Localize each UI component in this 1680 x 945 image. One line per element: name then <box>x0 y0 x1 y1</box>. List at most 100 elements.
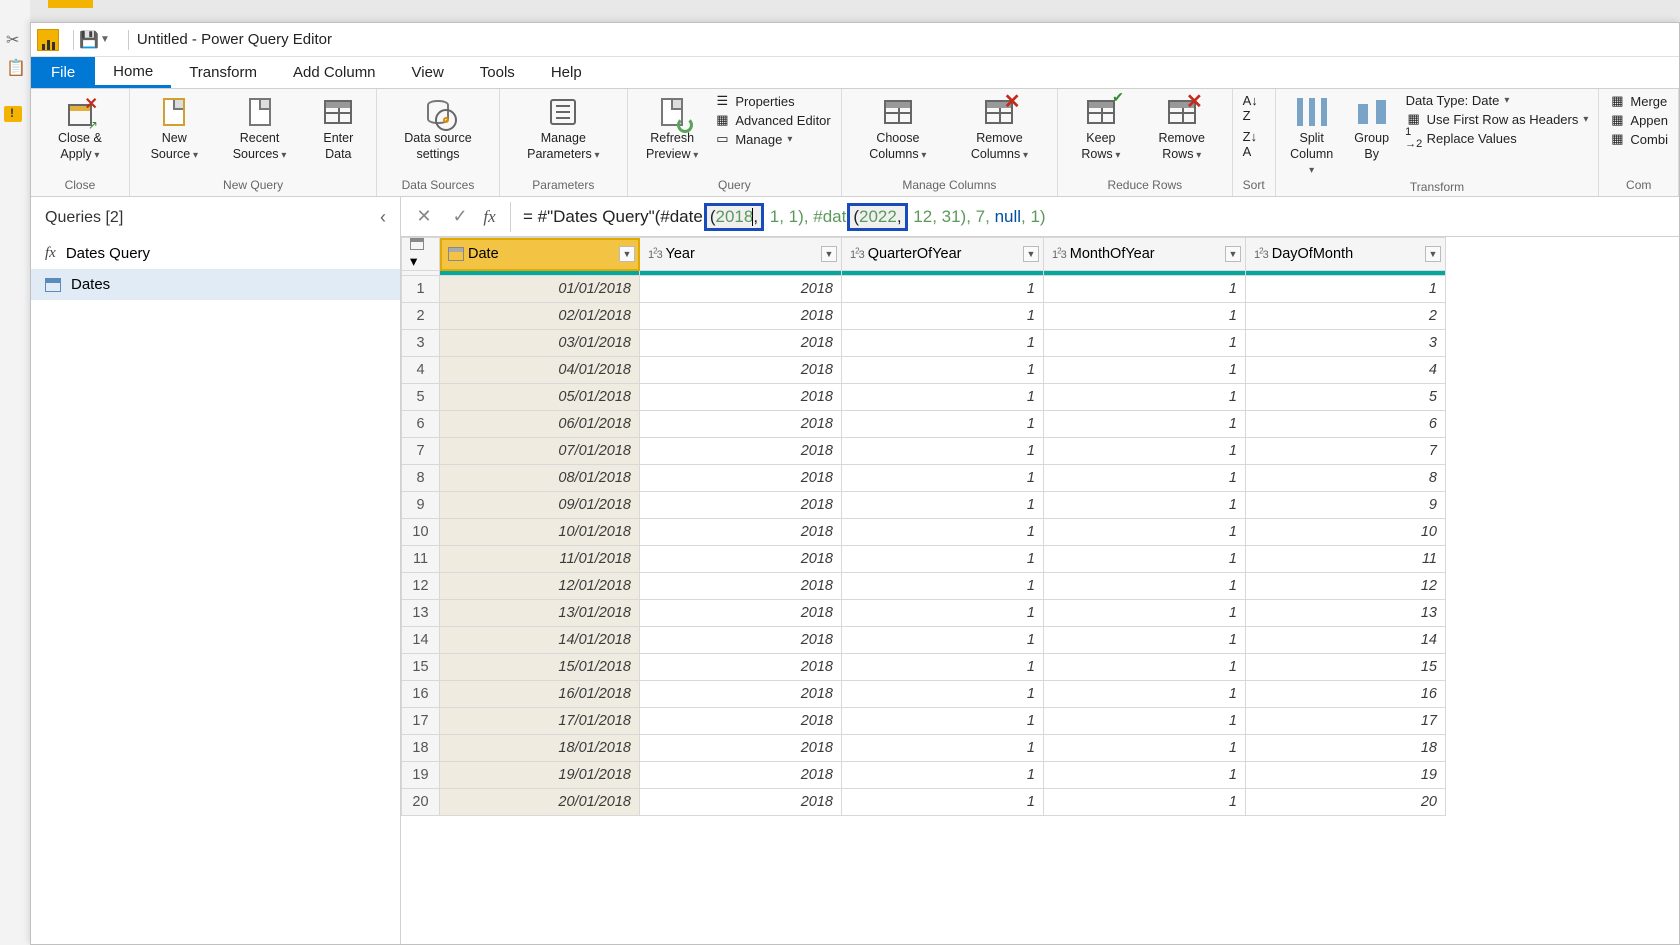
cell-quarter[interactable]: 1 <box>842 708 1044 735</box>
row-header[interactable]: 19 <box>402 762 440 789</box>
row-header[interactable]: 2 <box>402 303 440 330</box>
column-header-date[interactable]: Date▼ <box>440 238 640 271</box>
column-header-quarter[interactable]: 123 QuarterOfYear▼ <box>842 238 1044 271</box>
cell-quarter[interactable]: 1 <box>842 384 1044 411</box>
row-header[interactable]: 13 <box>402 600 440 627</box>
tab-transform[interactable]: Transform <box>171 57 275 88</box>
remove-columns-button[interactable]: ✕Remove Columns <box>952 93 1047 164</box>
cell-year[interactable]: 2018 <box>640 303 842 330</box>
table-row[interactable]: 505/01/20182018115 <box>402 384 1446 411</box>
query-item-dates[interactable]: Dates <box>31 269 400 300</box>
cell-quarter[interactable]: 1 <box>842 627 1044 654</box>
cell-quarter[interactable]: 1 <box>842 654 1044 681</box>
row-header[interactable]: 18 <box>402 735 440 762</box>
grid-corner[interactable]: ▾ <box>402 238 440 271</box>
cell-date[interactable]: 07/01/2018 <box>440 438 640 465</box>
append-queries-button[interactable]: ▦Appen <box>1609 112 1668 128</box>
cell-date[interactable]: 16/01/2018 <box>440 681 640 708</box>
table-row[interactable]: 1111/01/201820181111 <box>402 546 1446 573</box>
save-button[interactable]: 💾 <box>80 31 98 49</box>
cell-month[interactable]: 1 <box>1044 411 1246 438</box>
data-type-button[interactable]: Data Type: Date <box>1406 93 1589 108</box>
cell-day[interactable]: 17 <box>1246 708 1446 735</box>
cell-quarter[interactable]: 1 <box>842 303 1044 330</box>
column-header-month[interactable]: 123 MonthOfYear▼ <box>1044 238 1246 271</box>
query-item-dates-query[interactable]: fx Dates Query <box>31 238 400 269</box>
row-header[interactable]: 12 <box>402 573 440 600</box>
cell-year[interactable]: 2018 <box>640 627 842 654</box>
cell-quarter[interactable]: 1 <box>842 735 1044 762</box>
cell-month[interactable]: 1 <box>1044 600 1246 627</box>
cell-year[interactable]: 2018 <box>640 519 842 546</box>
cell-year[interactable]: 2018 <box>640 384 842 411</box>
table-row[interactable]: 101/01/20182018111 <box>402 276 1446 303</box>
column-filter-day[interactable]: ▼ <box>1425 246 1441 262</box>
cell-day[interactable]: 20 <box>1246 789 1446 816</box>
replace-values-button[interactable]: 1→2Replace Values <box>1406 130 1589 146</box>
first-row-headers-button[interactable]: ▦Use First Row as Headers <box>1406 111 1589 127</box>
cell-date[interactable]: 12/01/2018 <box>440 573 640 600</box>
tab-tools[interactable]: Tools <box>462 57 533 88</box>
cell-month[interactable]: 1 <box>1044 357 1246 384</box>
qat-dropdown[interactable]: ▼ <box>100 34 110 45</box>
properties-button[interactable]: ☰Properties <box>714 93 830 109</box>
cell-quarter[interactable]: 1 <box>842 546 1044 573</box>
data-grid[interactable]: ▾ Date▼ 123 Year▼ 123 QuarterOfYear▼ 123… <box>401 237 1679 944</box>
enter-data-button[interactable]: Enter Data <box>310 93 366 164</box>
column-filter-year[interactable]: ▼ <box>821 246 837 262</box>
table-row[interactable]: 909/01/20182018119 <box>402 492 1446 519</box>
cell-year[interactable]: 2018 <box>640 573 842 600</box>
cell-month[interactable]: 1 <box>1044 276 1246 303</box>
cell-date[interactable]: 15/01/2018 <box>440 654 640 681</box>
cell-day[interactable]: 4 <box>1246 357 1446 384</box>
tab-view[interactable]: View <box>394 57 462 88</box>
cell-day[interactable]: 14 <box>1246 627 1446 654</box>
collapse-queries-button[interactable]: ‹ <box>380 207 386 228</box>
table-row[interactable]: 808/01/20182018118 <box>402 465 1446 492</box>
cell-day[interactable]: 6 <box>1246 411 1446 438</box>
cell-year[interactable]: 2018 <box>640 546 842 573</box>
cell-year[interactable]: 2018 <box>640 708 842 735</box>
cell-quarter[interactable]: 1 <box>842 492 1044 519</box>
cell-month[interactable]: 1 <box>1044 681 1246 708</box>
table-row[interactable]: 707/01/20182018117 <box>402 438 1446 465</box>
table-row[interactable]: 1010/01/201820181110 <box>402 519 1446 546</box>
cell-date[interactable]: 14/01/2018 <box>440 627 640 654</box>
cell-date[interactable]: 02/01/2018 <box>440 303 640 330</box>
cell-year[interactable]: 2018 <box>640 654 842 681</box>
cell-year[interactable]: 2018 <box>640 330 842 357</box>
table-row[interactable]: 404/01/20182018114 <box>402 357 1446 384</box>
fx-icon[interactable]: fx <box>481 202 511 232</box>
manage-parameters-button[interactable]: Manage Parameters <box>510 93 617 164</box>
close-apply-button[interactable]: ✕↗ Close & Apply <box>41 93 119 164</box>
table-row[interactable]: 1212/01/201820181112 <box>402 573 1446 600</box>
row-header[interactable]: 20 <box>402 789 440 816</box>
row-header[interactable]: 11 <box>402 546 440 573</box>
cell-year[interactable]: 2018 <box>640 492 842 519</box>
cell-quarter[interactable]: 1 <box>842 762 1044 789</box>
cell-day[interactable]: 3 <box>1246 330 1446 357</box>
column-filter-month[interactable]: ▼ <box>1225 246 1241 262</box>
cell-month[interactable]: 1 <box>1044 708 1246 735</box>
cell-day[interactable]: 10 <box>1246 519 1446 546</box>
column-filter-date[interactable]: ▼ <box>619 246 635 262</box>
row-header[interactable]: 15 <box>402 654 440 681</box>
cell-year[interactable]: 2018 <box>640 762 842 789</box>
cell-quarter[interactable]: 1 <box>842 438 1044 465</box>
cell-date[interactable]: 17/01/2018 <box>440 708 640 735</box>
formula-cancel-button[interactable]: ✕ <box>409 202 439 232</box>
cell-month[interactable]: 1 <box>1044 384 1246 411</box>
cell-date[interactable]: 08/01/2018 <box>440 465 640 492</box>
row-header[interactable]: 6 <box>402 411 440 438</box>
table-row[interactable]: 1616/01/201820181116 <box>402 681 1446 708</box>
cell-day[interactable]: 11 <box>1246 546 1446 573</box>
row-header[interactable]: 4 <box>402 357 440 384</box>
table-row[interactable]: 202/01/20182018112 <box>402 303 1446 330</box>
cell-quarter[interactable]: 1 <box>842 330 1044 357</box>
cell-month[interactable]: 1 <box>1044 438 1246 465</box>
cell-day[interactable]: 19 <box>1246 762 1446 789</box>
tab-help[interactable]: Help <box>533 57 600 88</box>
row-header[interactable]: 3 <box>402 330 440 357</box>
cell-month[interactable]: 1 <box>1044 546 1246 573</box>
table-row[interactable]: 606/01/20182018116 <box>402 411 1446 438</box>
